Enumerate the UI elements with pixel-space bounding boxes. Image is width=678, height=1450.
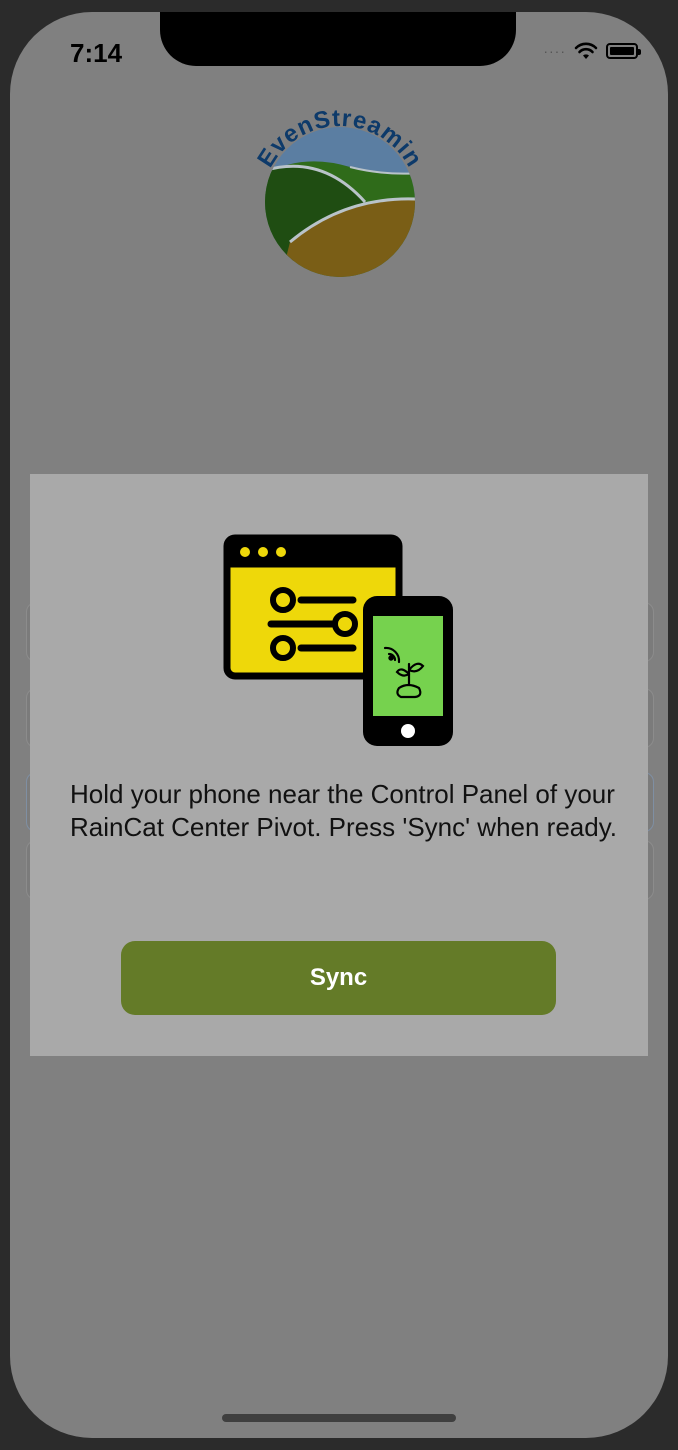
evenstreamin-logo: EvenStreamin [252, 105, 427, 277]
smartphone-icon [363, 596, 453, 746]
device-notch [160, 12, 516, 66]
sync-button[interactable]: Sync [121, 941, 556, 1015]
cellular-signal-icon: ···· [543, 43, 566, 59]
control-panel-sync-illustration [223, 534, 453, 746]
status-time: 7:14 [70, 38, 123, 68]
sync-modal: Hold your phone near the Control Panel o… [30, 474, 648, 1056]
home-indicator[interactable] [222, 1414, 456, 1422]
sync-instructions: Hold your phone near the Control Panel o… [70, 779, 618, 842]
status-icons: ···· [543, 42, 641, 60]
wifi-icon [574, 42, 598, 59]
battery-icon [606, 43, 641, 59]
phone-screen: 7:14 ···· EvenStreamin Hold your phone n… [10, 12, 668, 1438]
